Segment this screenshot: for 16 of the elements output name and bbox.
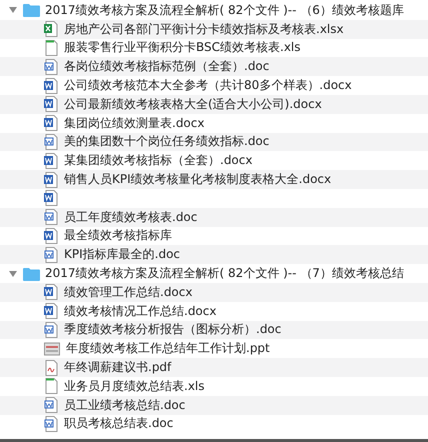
expanded-triangle-icon[interactable] [8, 268, 18, 279]
presentation-icon [44, 342, 60, 356]
file-name[interactable]: 服装零售行业平衡积分卡BSC绩效考核表.xls [64, 39, 301, 56]
file-name[interactable]: 集团岗位绩效测量表.docx [64, 114, 204, 132]
folder-name[interactable]: 2017绩效考核方案及流程全解析( 82个文件 )-- （6）绩效考核题库 [45, 2, 404, 19]
file-name[interactable]: 公司绩效考核范本大全参考（共计80多个样表）.docx [64, 77, 352, 94]
expanded-triangle-icon[interactable] [8, 5, 18, 16]
file-name[interactable]: 某集团绩效考核指标（全套）.docx [64, 152, 252, 170]
folder-icon [23, 266, 40, 281]
folder-icon [23, 3, 40, 18]
file-name[interactable]: 职员考核总结表.doc [64, 415, 174, 432]
file-name[interactable]: 业务员月度绩效总结表.xls [64, 378, 205, 395]
file-name[interactable]: 最全绩效考核指标库 [64, 227, 172, 244]
folder-name[interactable]: 2017绩效考核方案及流程全解析( 82个文件 )-- （7）绩效考核总结 [45, 265, 404, 282]
file-name[interactable]: 年度绩效考核工作总结年工作计划.ppt [66, 340, 270, 358]
file-name[interactable]: 绩效考核情况工作总结.docx [64, 302, 216, 320]
